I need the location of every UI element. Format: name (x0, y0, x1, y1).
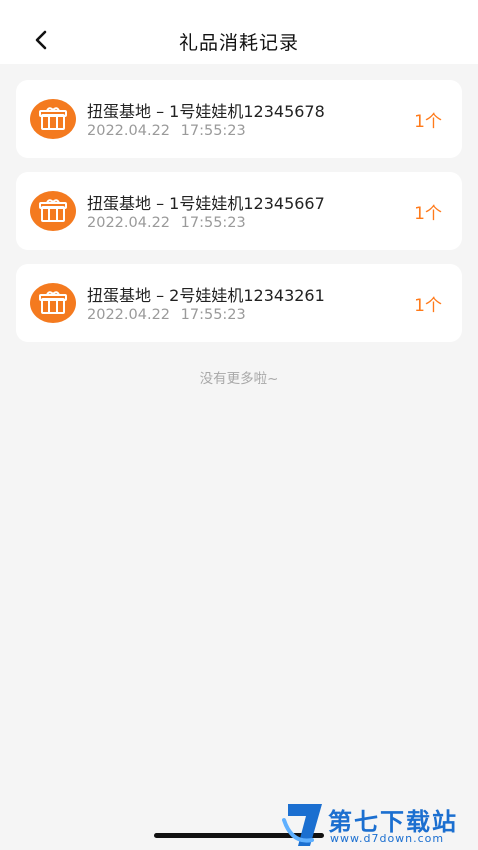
record-name: 扭蛋基地 – 1号娃娃机12345667 (87, 194, 325, 213)
page-title: 礼品消耗记录 (178, 32, 299, 54)
record-card[interactable]: 扭蛋基地 – 2号娃娃机12343261 2022.04.22 17:55:23… (16, 264, 462, 342)
watermark: 第七下载站 www.d7down.com (282, 798, 478, 850)
watermark-logo-icon (282, 804, 322, 846)
record-quantity: 1个 (414, 204, 442, 224)
no-more-text: 没有更多啦~ (199, 371, 279, 387)
record-card[interactable]: 扭蛋基地 – 1号娃娃机12345678 2022.04.22 17:55:23… (16, 80, 462, 158)
record-quantity: 1个 (414, 296, 442, 316)
record-list: 扭蛋基地 – 1号娃娃机12345678 2022.04.22 17:55:23… (16, 80, 462, 356)
record-quantity: 1个 (414, 112, 442, 132)
watermark-url: www.d7down.com (330, 832, 445, 845)
gift-icon (30, 99, 76, 139)
record-name: 扭蛋基地 – 1号娃娃机12345678 (87, 102, 325, 121)
gift-icon (30, 283, 76, 323)
record-card[interactable]: 扭蛋基地 – 1号娃娃机12345667 2022.04.22 17:55:23… (16, 172, 462, 250)
record-time: 2022.04.22 17:55:23 (87, 307, 246, 323)
record-time: 2022.04.22 17:55:23 (87, 123, 246, 139)
status-bar (0, 0, 478, 6)
gift-icon (30, 191, 76, 231)
record-time: 2022.04.22 17:55:23 (87, 215, 246, 231)
app-header: 礼品消耗记录 (0, 0, 478, 64)
record-name: 扭蛋基地 – 2号娃娃机12343261 (87, 286, 325, 305)
